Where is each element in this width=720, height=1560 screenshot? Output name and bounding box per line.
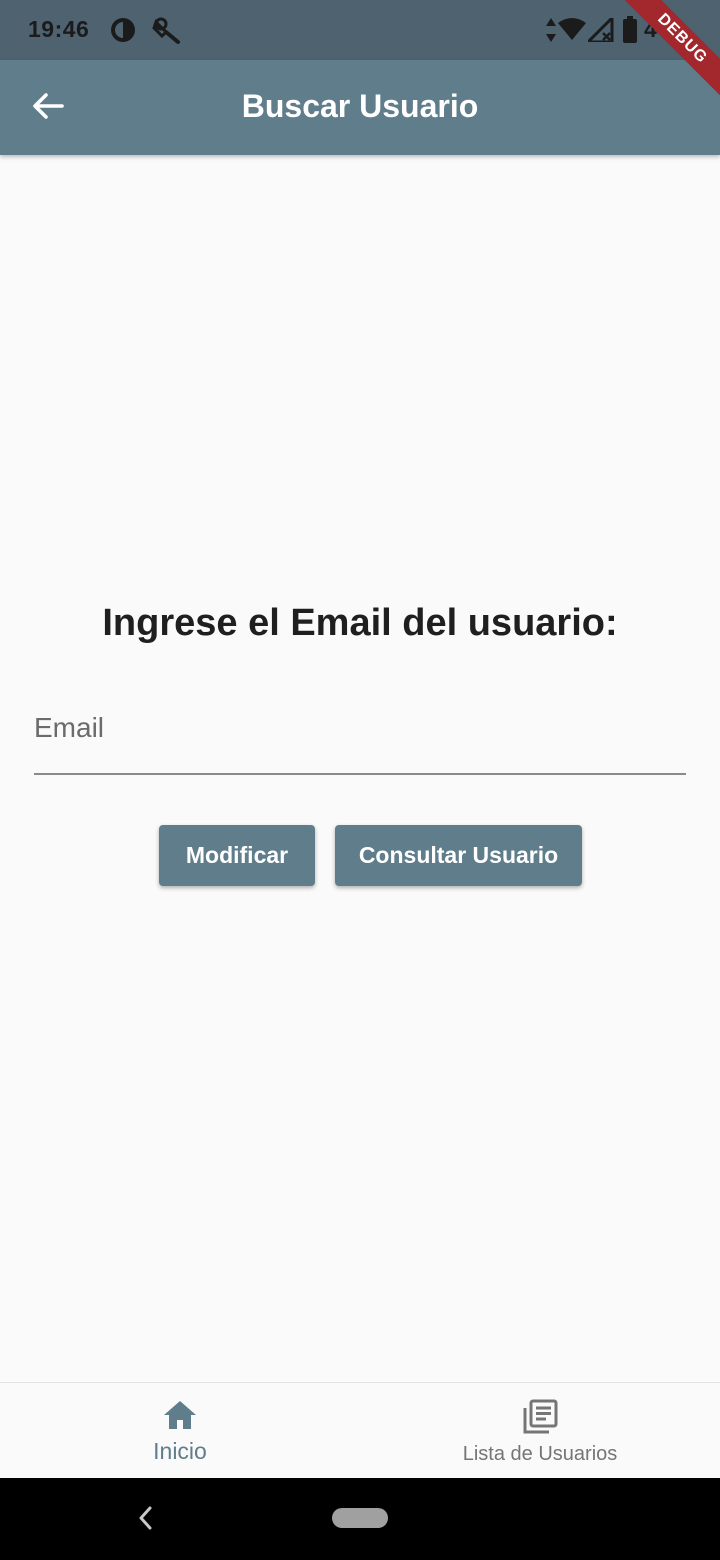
nav-item-inicio[interactable]: Inicio	[0, 1383, 360, 1479]
library-books-icon	[522, 1399, 558, 1440]
app-title: Buscar Usuario	[241, 88, 479, 124]
o-app-icon	[110, 17, 136, 48]
wifi-icon	[558, 18, 586, 45]
home-icon	[162, 1399, 198, 1436]
app-bar: Buscar Usuario	[0, 60, 720, 155]
nav-label-inicio: Inicio	[153, 1438, 207, 1464]
status-bar: 19:46 4	[0, 0, 720, 60]
system-navigation-bar	[0, 1478, 720, 1560]
status-time: 19:46	[28, 16, 90, 42]
bottom-navigation: Inicio Lista de Usuarios	[0, 1382, 720, 1478]
email-input[interactable]	[34, 698, 686, 758]
system-back-icon[interactable]	[136, 1504, 156, 1537]
modificar-button[interactable]: Modificar	[159, 825, 315, 886]
page-heading: Ingrese el Email del usuario:	[102, 602, 618, 644]
tools-icon	[152, 16, 184, 51]
signal-icon	[584, 14, 614, 47]
email-field[interactable]	[34, 690, 686, 775]
nav-item-lista-usuarios[interactable]: Lista de Usuarios	[360, 1383, 720, 1479]
battery-percentage: 4	[644, 16, 657, 42]
system-home-pill[interactable]	[332, 1508, 388, 1528]
consultar-usuario-button[interactable]: Consultar Usuario	[335, 825, 582, 886]
data-arrows-icon	[546, 18, 556, 47]
battery-icon	[622, 16, 638, 49]
nav-label-lista-usuarios: Lista de Usuarios	[462, 1443, 618, 1465]
